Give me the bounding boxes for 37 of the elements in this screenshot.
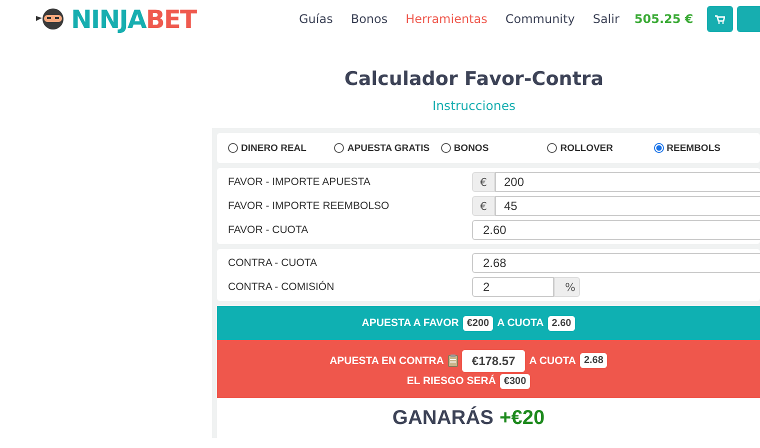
odds-value: 2.68 [580, 353, 608, 368]
stake-value: €178.57 [462, 350, 526, 372]
currency-addon: € [472, 196, 495, 216]
outcome-label: GANARÁS [392, 406, 494, 430]
field-label: FAVOR - CUOTA [228, 224, 310, 236]
result-label: A CUOTA [529, 354, 576, 366]
nav-link[interactable]: Salir [584, 12, 628, 26]
outcome-amount: +€20 [500, 406, 545, 430]
radio-label[interactable]: DINERO REAL [241, 142, 306, 154]
nav-link[interactable]: Community [496, 12, 584, 26]
risk-value: €300 [500, 374, 530, 388]
result-label: APUESTA A FAVOR [362, 317, 459, 329]
field-label: CONTRA - CUOTA [228, 257, 318, 269]
input-field[interactable]: 200 [495, 172, 760, 192]
currency-addon: € [472, 172, 495, 192]
result-label: APUESTA EN CONTRA [330, 354, 444, 366]
field-label: FAVOR - IMPORTE APUESTA [228, 176, 372, 188]
stake-value: €200 [462, 316, 494, 330]
logo-text: NINJABET [71, 4, 196, 34]
input-field[interactable]: 2.60 [472, 220, 760, 240]
odds-value: 2.60 [548, 316, 576, 330]
percent-addon: % [554, 277, 580, 297]
field-label: CONTRA - COMISIÓN [228, 281, 336, 293]
radio-label[interactable]: ROLLOVER [560, 142, 613, 154]
input-field[interactable]: 2.68 [472, 253, 760, 273]
radio-label[interactable]: APUESTA GRATIS [347, 142, 430, 154]
nav-link[interactable]: Bonos [342, 12, 397, 26]
field-label: FAVOR - IMPORTE REEMBOLSO [228, 200, 390, 212]
radio-label[interactable]: REEMBOLS [666, 142, 720, 154]
input-field[interactable]: 2 [472, 277, 554, 297]
page-title: Calculador Favor-Contra [344, 68, 604, 90]
nav-link[interactable]: Guías [290, 12, 342, 26]
result-label: EL RIESGO SERÁ [406, 375, 496, 387]
input-field[interactable]: 45 [495, 196, 760, 216]
balance: 505.25 € [634, 12, 694, 26]
radio-label[interactable]: BONOS [454, 142, 489, 154]
result-label: A CUOTA [497, 317, 544, 329]
